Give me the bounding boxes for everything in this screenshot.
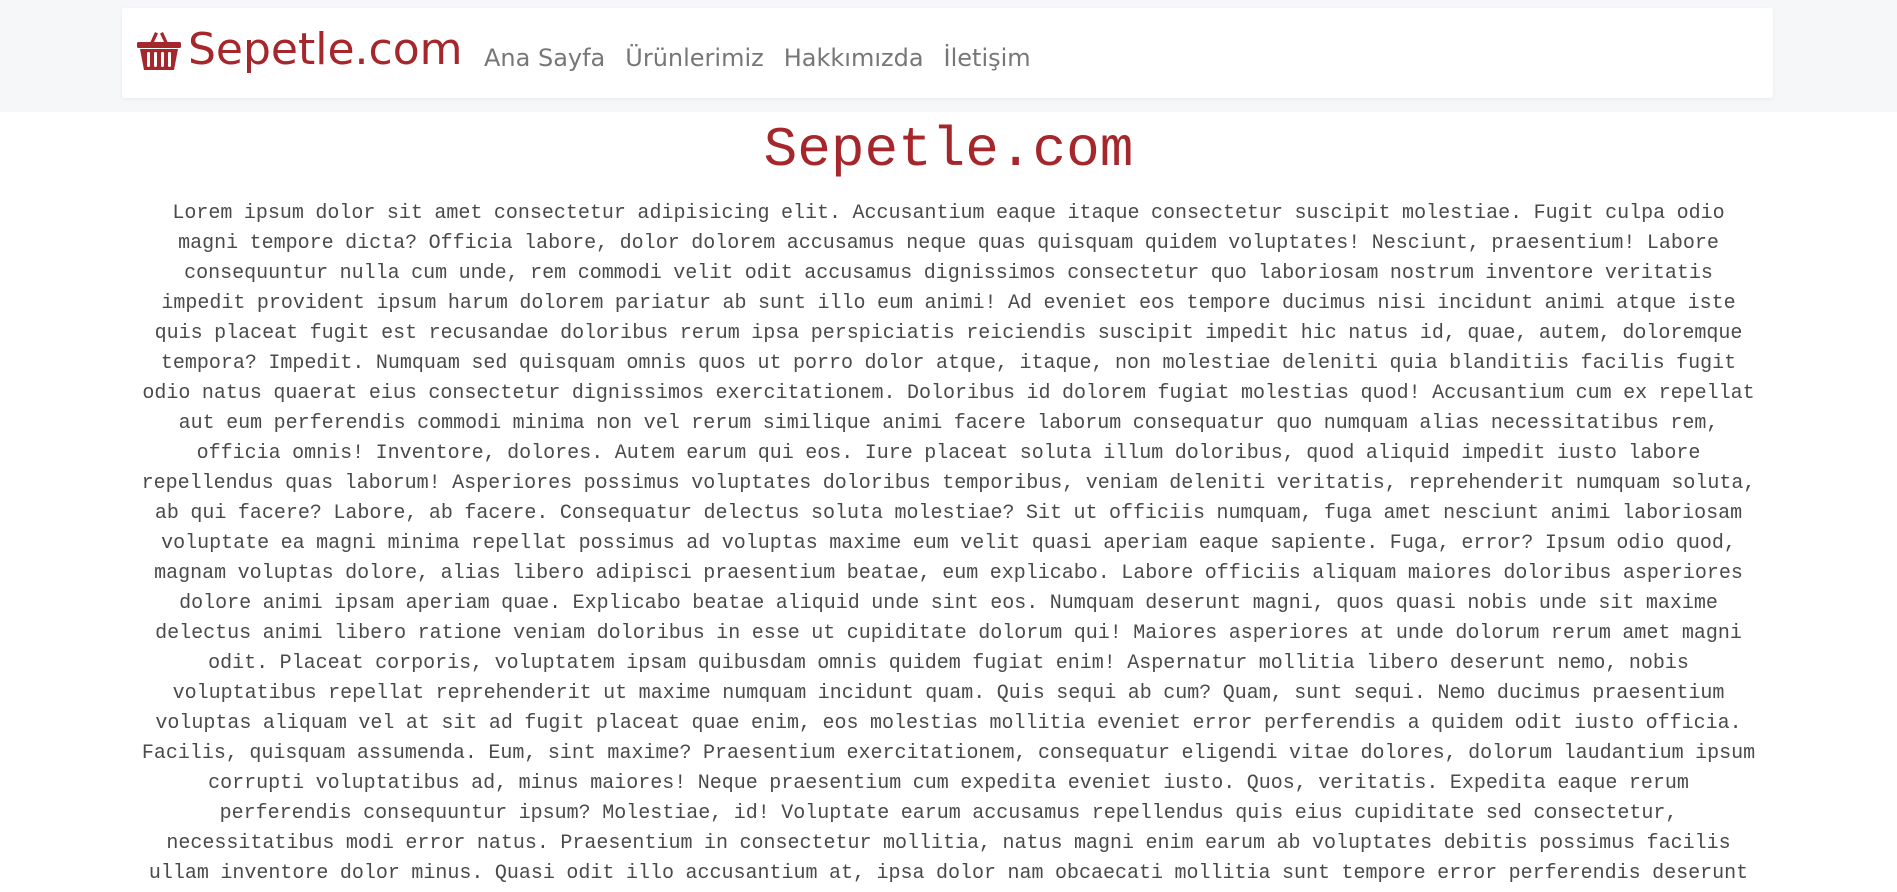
brand-link[interactable]: Sepetle.com — [136, 20, 463, 80]
page-title: Sepetle.com — [763, 118, 1134, 182]
nav-link-about[interactable]: Hakkımızda — [784, 44, 924, 72]
brand-name: Sepetle.com — [188, 24, 463, 75]
nav-menu: Ana Sayfa Ürünlerimiz Hakkımızda İletişi… — [484, 44, 1031, 72]
body-paragraph: Lorem ipsum dolor sit amet consectetur a… — [141, 202, 1756, 885]
nav-link-home[interactable]: Ana Sayfa — [484, 44, 605, 72]
nav-link-contact[interactable]: İletişim — [944, 44, 1031, 72]
nav-link-products[interactable]: Ürünlerimiz — [625, 44, 763, 72]
basket-icon — [136, 27, 182, 73]
navbar: Sepetle.com Ana Sayfa Ürünlerimiz Hakkım… — [122, 8, 1773, 98]
